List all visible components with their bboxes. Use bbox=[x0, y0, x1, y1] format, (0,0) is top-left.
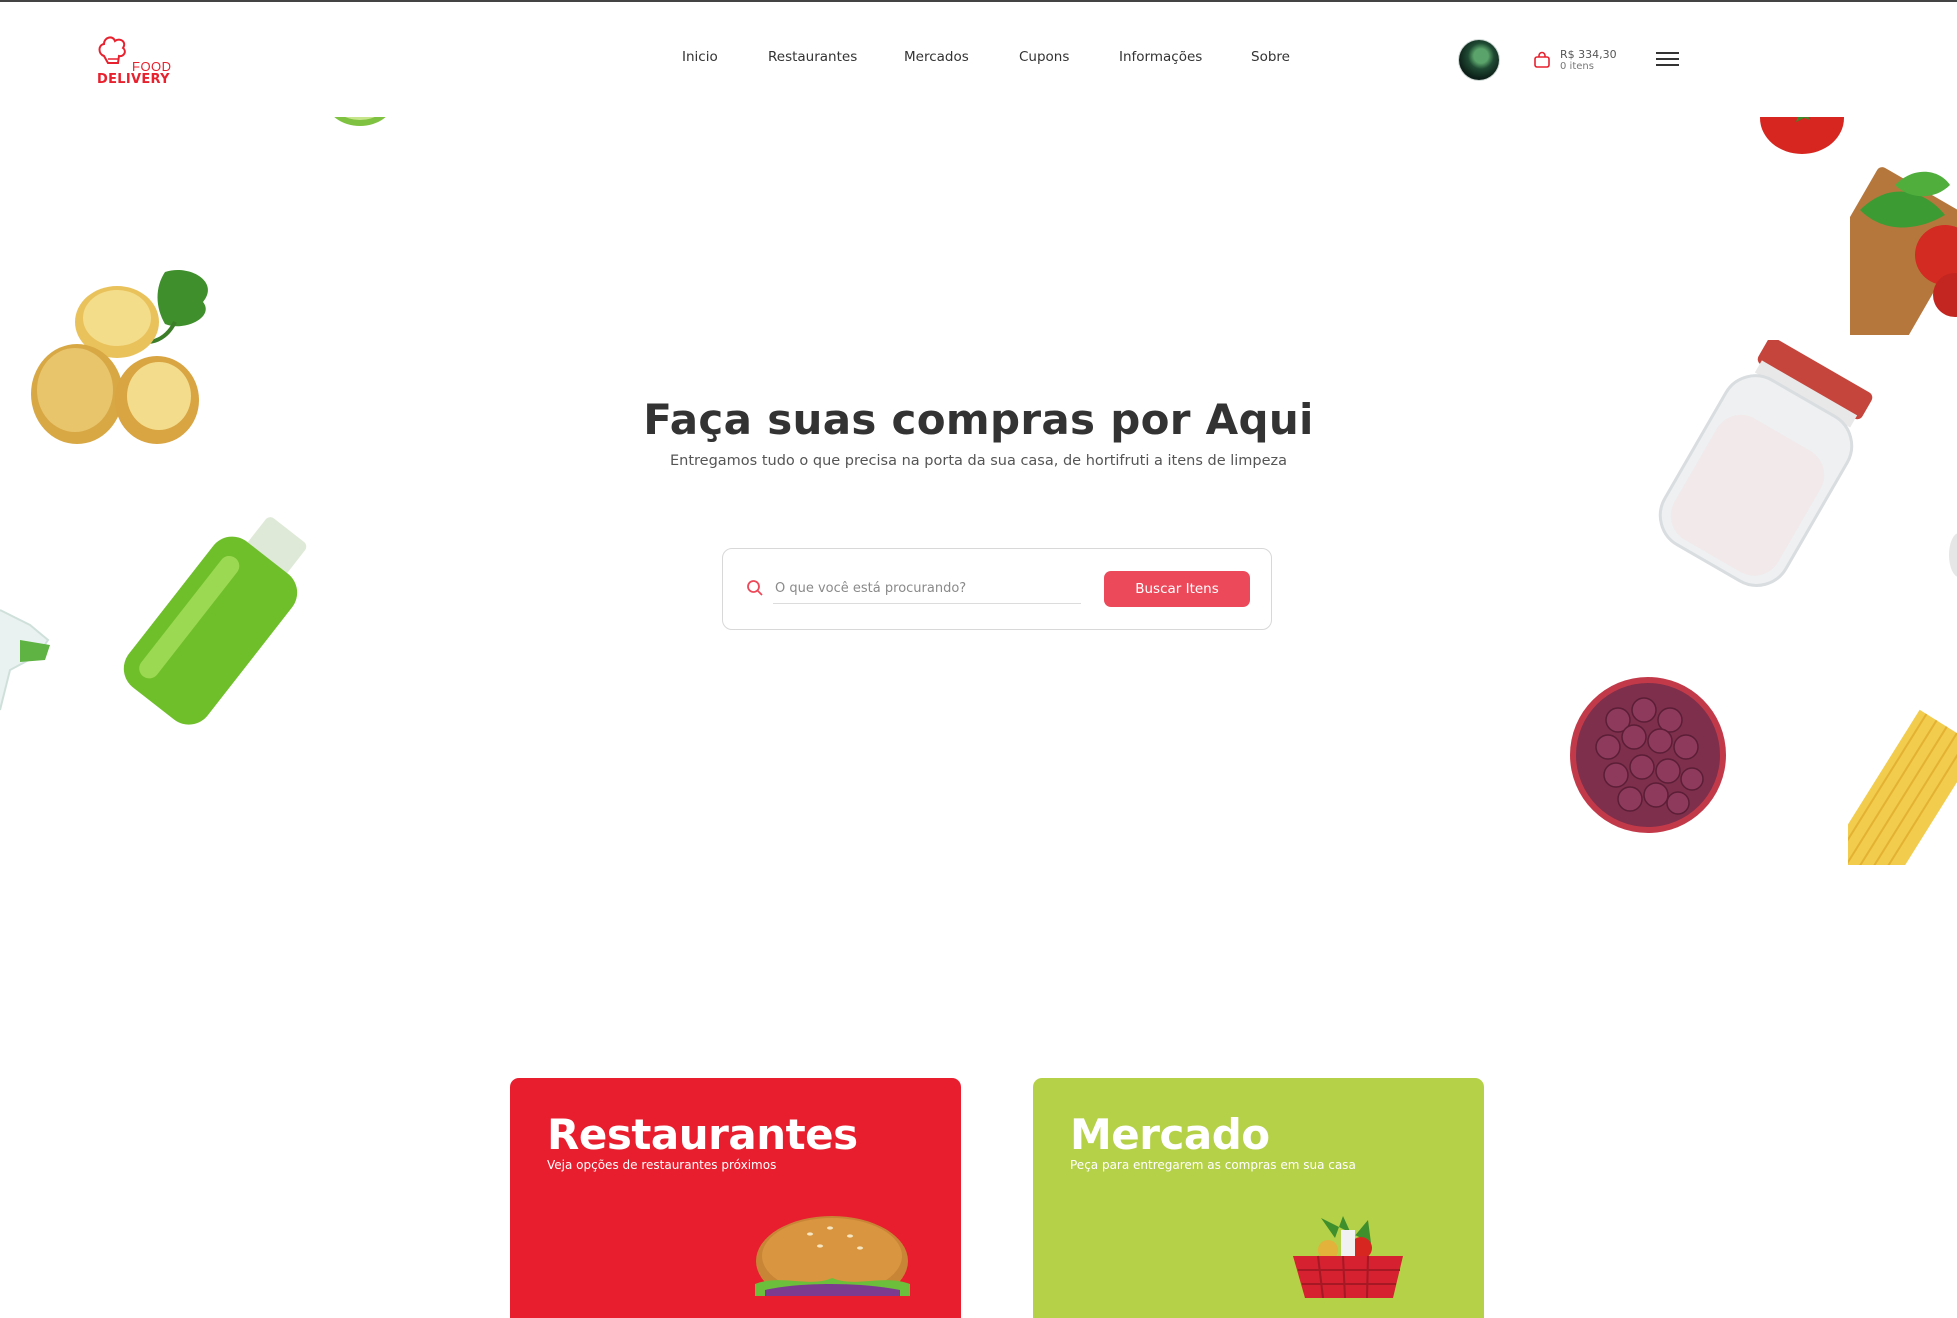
search-button[interactable]: Buscar Itens bbox=[1104, 571, 1250, 607]
search-bar: Buscar Itens bbox=[722, 548, 1272, 630]
burger-image bbox=[755, 1216, 910, 1296]
search-input[interactable] bbox=[773, 573, 1081, 604]
spray-bottle-image bbox=[0, 609, 50, 711]
grocery-cart-image bbox=[1293, 1216, 1403, 1298]
nav-item-sobre[interactable]: Sobre bbox=[1251, 49, 1290, 65]
cart-total: R$ 334,30 bbox=[1560, 48, 1617, 61]
grapes-bowl-image bbox=[1570, 677, 1726, 833]
market-card[interactable]: Mercado Peça para entregarem as compras … bbox=[1033, 1078, 1484, 1318]
nav-item-mercados[interactable]: Mercados bbox=[904, 49, 969, 65]
nav-item-inicio[interactable]: Inicio bbox=[682, 49, 718, 65]
shopping-bag-icon bbox=[1534, 51, 1550, 68]
user-avatar[interactable] bbox=[1459, 40, 1499, 80]
green-bottle-image bbox=[123, 517, 307, 725]
restaurants-card[interactable]: Restaurantes Veja opções de restaurantes… bbox=[510, 1078, 961, 1318]
nav-item-informacoes[interactable]: Informações bbox=[1119, 49, 1202, 65]
chef-hat-icon bbox=[98, 36, 126, 64]
logo-delivery-text: DELIVERY bbox=[97, 72, 170, 87]
restaurants-card-subtitle: Veja opções de restaurantes próximos bbox=[547, 1158, 777, 1172]
brand-logo[interactable]: FOOD DELIVERY bbox=[96, 32, 176, 92]
tomato-basket-image bbox=[1850, 167, 1957, 335]
cart-button[interactable]: R$ 334,30 0 itens bbox=[1533, 46, 1623, 76]
spaghetti-image bbox=[1848, 709, 1957, 865]
restaurants-card-title: Restaurantes bbox=[547, 1110, 858, 1159]
hamburger-menu-icon[interactable] bbox=[1656, 52, 1680, 68]
market-card-title: Mercado bbox=[1070, 1110, 1270, 1159]
nav-item-cupons[interactable]: Cupons bbox=[1019, 49, 1069, 65]
hero-subtitle: Entregamos tudo o que precisa na porta d… bbox=[669, 453, 1288, 469]
hero-title: Faça suas compras por Aqui bbox=[643, 395, 1314, 444]
partial-item-image bbox=[1949, 533, 1957, 577]
search-icon bbox=[747, 580, 763, 596]
nav-item-restaurantes[interactable]: Restaurantes bbox=[768, 49, 857, 65]
cart-item-count: 0 itens bbox=[1560, 61, 1594, 72]
market-card-subtitle: Peça para entregarem as compras em sua c… bbox=[1070, 1158, 1356, 1172]
site-header: FOOD DELIVERY Inicio Restaurantes Mercad… bbox=[0, 2, 1957, 117]
